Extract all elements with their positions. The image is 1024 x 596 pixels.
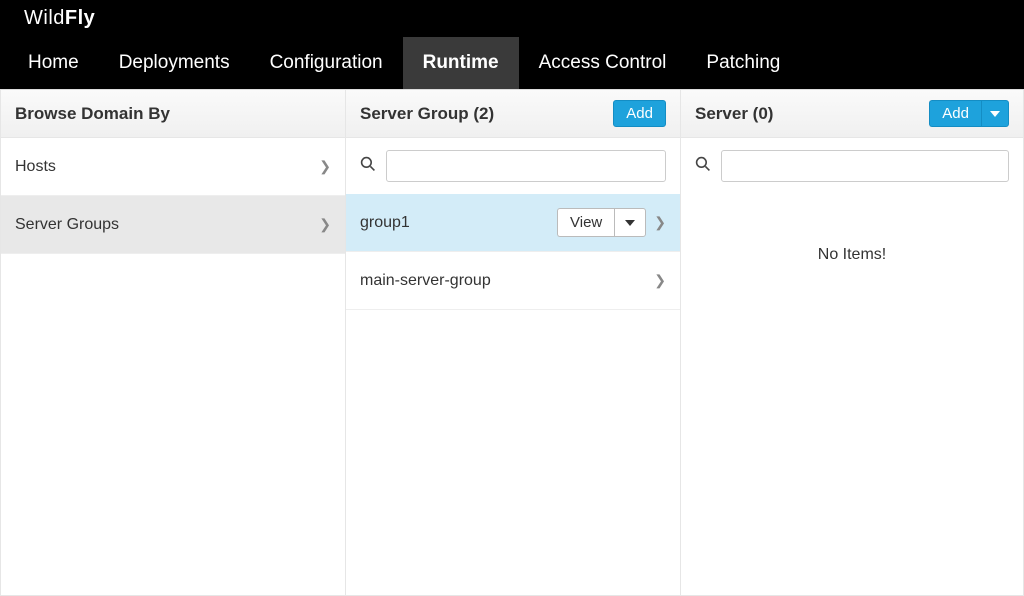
server-group-search-input[interactable] [386, 150, 666, 182]
server-group-item-label: group1 [360, 214, 410, 232]
brand-part2: Fly [65, 7, 95, 29]
view-dropdown-button[interactable] [614, 208, 646, 237]
search-icon [360, 156, 376, 177]
top-bar: WildFly [0, 0, 1024, 36]
search-icon [695, 156, 711, 177]
nav-configuration-label: Configuration [270, 52, 383, 74]
server-search-row [681, 138, 1023, 194]
caret-down-icon [625, 220, 635, 226]
nav-home[interactable]: Home [8, 37, 99, 89]
add-server-group-button[interactable]: Add [613, 100, 666, 127]
server-panel-title: Server (0) [695, 104, 773, 124]
add-server-button-group: Add [929, 100, 1009, 127]
chevron-right-icon: ❯ [319, 216, 331, 233]
browse-item-label: Hosts [15, 158, 56, 176]
server-panel: Server (0) Add No Items! [681, 90, 1023, 595]
add-server-button[interactable]: Add [929, 100, 981, 127]
caret-down-icon [990, 111, 1000, 117]
server-group-title: Server Group (2) [360, 104, 494, 124]
browse-item-label: Server Groups [15, 216, 119, 234]
server-group-item-main[interactable]: main-server-group ❯ [346, 252, 680, 310]
nav-home-label: Home [28, 52, 79, 74]
chevron-right-icon: ❯ [654, 214, 666, 231]
nav-access-control[interactable]: Access Control [519, 37, 687, 89]
server-group-panel: Server Group (2) Add group1 View ❯ main-… [346, 90, 681, 595]
server-group-item-group1[interactable]: group1 View ❯ [346, 194, 680, 252]
nav-patching[interactable]: Patching [686, 37, 800, 89]
browse-domain-panel: Browse Domain By Hosts ❯ Server Groups ❯ [1, 90, 346, 595]
browse-item-hosts[interactable]: Hosts ❯ [1, 138, 345, 196]
browse-item-server-groups[interactable]: Server Groups ❯ [1, 196, 345, 254]
nav-access-control-label: Access Control [539, 52, 667, 74]
browse-panel-title: Browse Domain By [15, 104, 170, 124]
add-server-dropdown-button[interactable] [981, 100, 1009, 127]
nav-runtime-label: Runtime [423, 52, 499, 74]
main-nav: Home Deployments Configuration Runtime A… [0, 36, 1024, 90]
server-panel-header: Server (0) Add [681, 90, 1023, 138]
server-group-header: Server Group (2) Add [346, 90, 680, 138]
runtime-columns: Browse Domain By Hosts ❯ Server Groups ❯… [0, 90, 1024, 596]
chevron-right-icon: ❯ [654, 272, 666, 289]
server-group-search-row [346, 138, 680, 194]
server-search-input[interactable] [721, 150, 1009, 182]
brand-part1: Wild [24, 7, 65, 29]
server-group-item-actions: View ❯ [557, 208, 666, 237]
view-button[interactable]: View [557, 208, 614, 237]
nav-configuration[interactable]: Configuration [250, 37, 403, 89]
brand-logo: WildFly [24, 7, 95, 30]
nav-patching-label: Patching [706, 52, 780, 74]
nav-runtime[interactable]: Runtime [403, 37, 519, 89]
view-button-group: View [557, 208, 646, 237]
server-empty-message: No Items! [681, 194, 1023, 264]
browse-panel-header: Browse Domain By [1, 90, 345, 138]
nav-deployments[interactable]: Deployments [99, 37, 250, 89]
server-group-item-label: main-server-group [360, 272, 491, 290]
chevron-right-icon: ❯ [319, 158, 331, 175]
nav-deployments-label: Deployments [119, 52, 230, 74]
